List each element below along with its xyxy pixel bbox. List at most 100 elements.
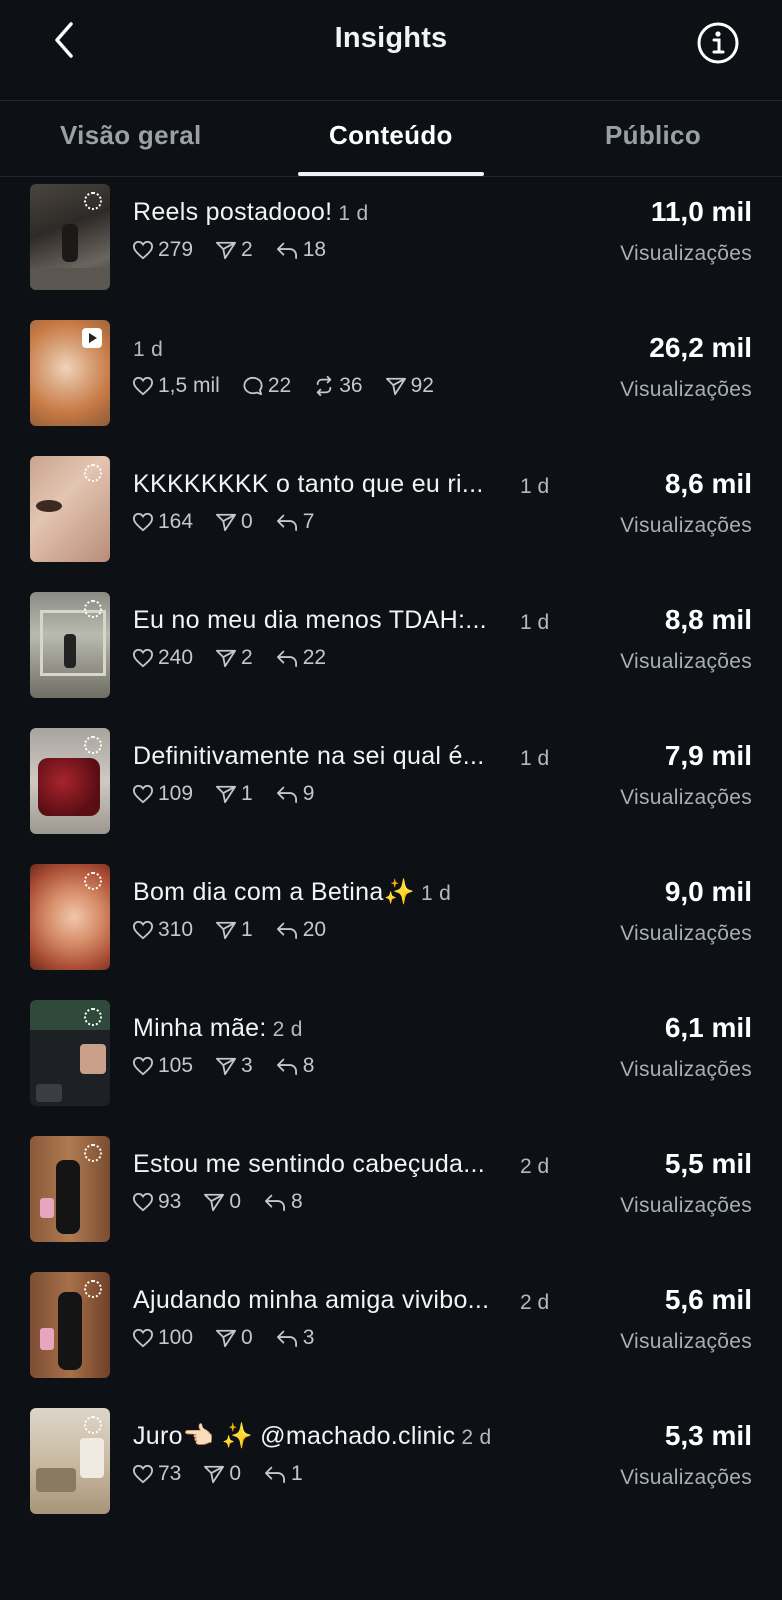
send-icon	[216, 785, 237, 804]
post-stats: 100 0 3	[132, 1326, 336, 1350]
list-item[interactable]: Juro👈🏻 ✨ @machado.clinic 2 d 73 0 1 5,3 m…	[0, 1400, 782, 1536]
tab-bar: Visão geral Conteúdo Público	[0, 100, 782, 177]
views-label: Visualizações	[620, 786, 752, 809]
post-thumbnail	[30, 320, 110, 426]
reply-icon	[276, 1058, 297, 1076]
post-caption: Bom dia com a Betina✨ 1 d	[133, 878, 452, 906]
list-item[interactable]: Definitivamente na sei qual é... 1 d 109…	[0, 720, 782, 856]
post-stats: 109 1 9	[132, 782, 336, 806]
repost-icon	[316, 376, 332, 396]
views-block: 9,0 mil Visualizações	[620, 876, 752, 946]
views-count: 11,0 mil	[650, 196, 752, 227]
views-block: 7,9 mil Visualizações	[620, 740, 752, 810]
reply-icon	[276, 786, 297, 804]
heart-icon	[132, 784, 154, 804]
views-count: 9,0 mil	[664, 876, 752, 907]
views-count: 7,9 mil	[664, 740, 752, 771]
heart-icon	[132, 1328, 154, 1348]
views-count: 5,5 mil	[664, 1148, 752, 1179]
heart-icon	[132, 648, 154, 668]
reply-icon	[276, 242, 297, 260]
heart-icon	[132, 1056, 154, 1076]
post-caption: Ajudando minha amiga vivibo...	[133, 1286, 490, 1314]
send-icon	[216, 649, 237, 668]
send-icon	[385, 377, 406, 396]
post-caption: Juro👈🏻 ✨ @machado.clinic 2 d	[133, 1422, 492, 1450]
views-block: 5,6 mil Visualizações	[620, 1284, 752, 1354]
views-label: Visualizações	[620, 1194, 752, 1217]
tab-content[interactable]: Conteúdo	[329, 120, 453, 151]
carousel-icon	[84, 1008, 102, 1026]
views-count: 5,6 mil	[664, 1284, 752, 1315]
views-label: Visualizações	[620, 650, 752, 673]
views-block: 11,0 mil Visualizações	[620, 196, 752, 266]
list-item[interactable]: Minha mãe: 2 d 105 3 8 6,1 mil Visualizaç…	[0, 992, 782, 1128]
post-stats: 310 1 20	[132, 918, 348, 942]
post-age: 1 d	[520, 611, 550, 634]
carousel-icon	[84, 192, 102, 210]
views-label: Visualizações	[620, 378, 752, 401]
send-icon	[216, 1329, 237, 1348]
list-item[interactable]: KKKKKKKK o tanto que eu ri... 1 d 164 0 …	[0, 448, 782, 584]
views-block: 5,5 mil Visualizações	[620, 1148, 752, 1218]
page-title: Insights	[334, 22, 448, 54]
carousel-icon	[84, 464, 102, 482]
carousel-icon	[84, 1144, 102, 1162]
info-button[interactable]	[692, 17, 744, 69]
post-caption: Reels postadooo! 1 d	[133, 198, 369, 226]
list-item[interactable]: Ajudando minha amiga vivibo... 2 d 100 0…	[0, 1264, 782, 1400]
post-caption: Definitivamente na sei qual é...	[133, 742, 485, 770]
reply-icon	[276, 514, 297, 532]
views-block: 5,3 mil Visualizações	[620, 1420, 752, 1490]
views-block: 8,8 mil Visualizações	[620, 604, 752, 674]
heart-icon	[132, 512, 154, 532]
views-count: 8,8 mil	[664, 604, 752, 635]
post-age: 1 d	[520, 475, 550, 498]
views-label: Visualizações	[620, 1058, 752, 1081]
post-thumbnail	[30, 1136, 110, 1242]
post-thumbnail	[30, 864, 110, 970]
comment-icon	[243, 376, 263, 396]
carousel-icon	[84, 1416, 102, 1434]
reply-icon	[276, 922, 297, 940]
post-stats: 164 0 7	[132, 510, 336, 534]
post-caption: 1 d	[133, 338, 164, 361]
send-icon	[216, 921, 237, 940]
post-thumbnail	[30, 1272, 110, 1378]
heart-icon	[132, 240, 154, 260]
post-thumbnail	[30, 456, 110, 562]
heart-icon	[132, 1464, 154, 1484]
views-count: 5,3 mil	[664, 1420, 752, 1451]
post-thumbnail	[30, 184, 110, 290]
tab-overview[interactable]: Visão geral	[60, 120, 202, 151]
list-item[interactable]: Estou me sentindo cabeçuda... 2 d 93 0 8…	[0, 1128, 782, 1264]
post-thumbnail	[30, 728, 110, 834]
heart-icon	[132, 1192, 154, 1212]
heart-icon	[132, 920, 154, 940]
send-icon	[216, 241, 237, 260]
reply-icon	[276, 1330, 297, 1348]
post-caption: KKKKKKKK o tanto que eu ri...	[133, 470, 484, 498]
post-caption: Estou me sentindo cabeçuda...	[133, 1150, 485, 1178]
list-item[interactable]: Eu no meu dia menos TDAH:... 1 d 240 2 2…	[0, 584, 782, 720]
list-item[interactable]: Reels postadooo! 1 d 279 2 18 11,0 mil Vi…	[0, 176, 782, 312]
views-block: 26,2 mil Visualizações	[620, 332, 752, 402]
carousel-icon	[84, 1280, 102, 1298]
post-stats: 105 3 8	[132, 1054, 336, 1078]
post-thumbnail	[30, 1000, 110, 1106]
list-item[interactable]: 1 d 1,5 mil 22 36 92 26,2 mil Visualizaç…	[0, 312, 782, 448]
send-icon	[204, 1465, 225, 1484]
top-bar: Insights	[0, 0, 782, 101]
list-item[interactable]: Bom dia com a Betina✨ 1 d 310 1 20 9,0 mi…	[0, 856, 782, 992]
views-count: 8,6 mil	[664, 468, 752, 499]
tab-audience[interactable]: Público	[605, 120, 701, 151]
carousel-icon	[84, 600, 102, 618]
views-label: Visualizações	[620, 922, 752, 945]
post-thumbnail	[30, 1408, 110, 1514]
views-label: Visualizações	[620, 514, 752, 537]
post-age: 1 d	[520, 747, 550, 770]
post-stats: 240 2 22	[132, 646, 348, 670]
post-stats: 279 2 18	[132, 238, 348, 262]
views-block: 6,1 mil Visualizações	[620, 1012, 752, 1082]
video-icon	[82, 328, 102, 348]
